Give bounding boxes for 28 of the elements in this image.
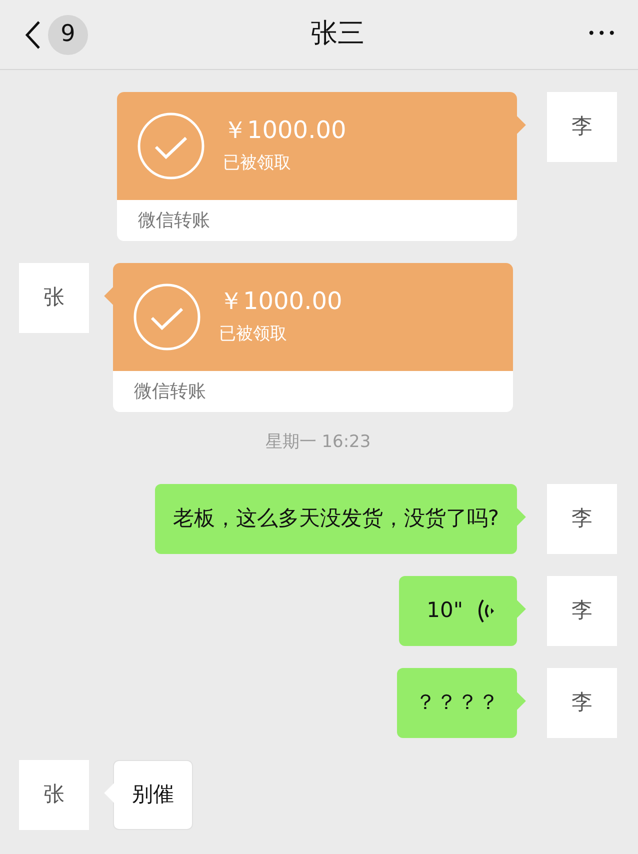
unread-count: 9 <box>48 14 88 54</box>
message-bubble: 别催 <box>113 760 193 830</box>
transfer-amount: ￥1000.00 <box>219 286 342 316</box>
voice-icon <box>477 598 495 624</box>
transfer-label: 微信转账 <box>137 209 211 233</box>
check-circle-icon <box>137 112 205 180</box>
message-bubble[interactable]: 10" <box>398 576 517 646</box>
check-circle-icon <box>133 283 201 351</box>
transfer-label: 微信转账 <box>133 380 207 404</box>
transfer-card[interactable]: ￥1000.00 已被领取 微信转账 <box>117 92 517 241</box>
chat-title: 张三 <box>310 17 365 52</box>
timestamp: 星期一 16:23 <box>264 431 372 454</box>
back-icon <box>24 20 42 50</box>
transfer-status: 已被领取 <box>219 322 288 346</box>
voice-duration: 10" <box>426 596 463 624</box>
avatar: 李 <box>547 576 617 646</box>
transfer-amount: ￥1000.00 <box>223 116 346 145</box>
message-bubble: 老板，这么多天没发货，没货了吗? <box>154 484 517 554</box>
transfer-status: 已被领取 <box>223 152 292 175</box>
avatar: 张 <box>19 760 89 830</box>
avatar: 李 <box>547 484 617 554</box>
message-bubble: ？？？？ <box>397 668 517 738</box>
transfer-card[interactable]: ￥1000.00 已被领取 微信转账 <box>113 263 513 412</box>
avatar: 张 <box>19 263 89 333</box>
avatar: 李 <box>547 92 617 162</box>
avatar: 李 <box>547 668 617 738</box>
more-button[interactable]: ••• <box>587 24 618 45</box>
back-button[interactable]: 9 <box>24 14 88 54</box>
